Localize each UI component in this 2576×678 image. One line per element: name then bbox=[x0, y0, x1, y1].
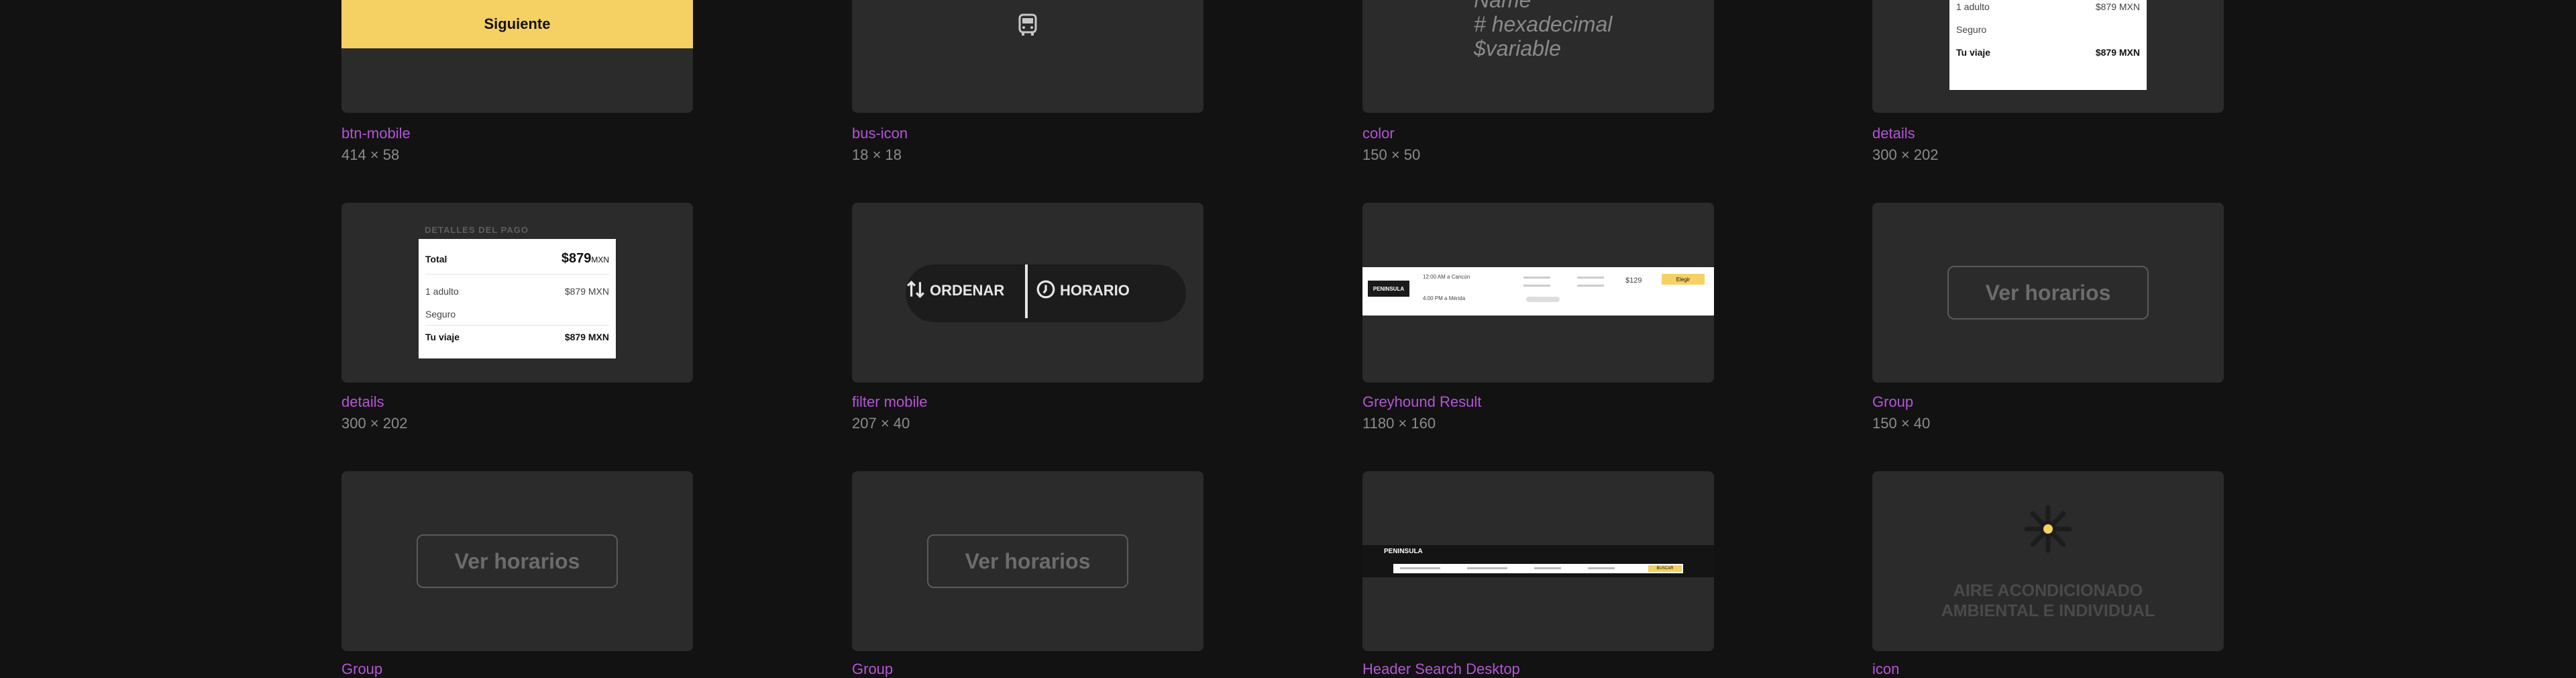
asset-name[interactable]: color bbox=[1362, 125, 1395, 142]
icon-caption-line-2: AMBIENTAL E INDIVIDUAL bbox=[1941, 601, 2155, 620]
asset-card-header-search-desktop[interactable]: PENINSULA BUSCAR bbox=[1362, 471, 1714, 651]
asset-dimensions: 414 × 58 bbox=[341, 146, 400, 163]
greyhound-result-strip: PENINSULA 12:00 AM a Cancún 4:00 PM a Mé… bbox=[1362, 267, 1714, 316]
total-label: Total bbox=[425, 254, 447, 264]
asset-name[interactable]: bus-icon bbox=[852, 125, 908, 142]
sort-arrows-icon bbox=[907, 281, 924, 298]
asset-name[interactable]: details bbox=[1872, 125, 1915, 142]
asset-dimensions: 300 × 202 bbox=[341, 415, 408, 432]
asset-name[interactable]: Group bbox=[341, 661, 382, 678]
asset-card-details[interactable]: 1 adulto $879 MXN Seguro Tu viaje $879 MXN bbox=[1872, 0, 2224, 113]
asset-name[interactable]: icon bbox=[1872, 661, 1899, 678]
total-currency: MXN bbox=[591, 255, 609, 264]
siguiente-label: Siguiente bbox=[484, 15, 551, 32]
asset-name[interactable]: Group bbox=[852, 661, 893, 678]
asset-card-bus-icon[interactable] bbox=[852, 0, 1203, 113]
asset-dimensions: 150 × 40 bbox=[1872, 415, 1931, 432]
details-panel: Total $879MXN 1 adulto $879 MXN Seguro Tu… bbox=[419, 239, 616, 358]
asset-card-greyhound-result[interactable]: PENINSULA 12:00 AM a Cancún 4:00 PM a Mé… bbox=[1362, 203, 1714, 383]
bus-icon bbox=[1018, 13, 1037, 36]
asset-card-details[interactable]: DETALLES DEL PAGO Total $879MXN 1 adulto… bbox=[341, 203, 693, 383]
asset-dimensions: 300 × 202 bbox=[1872, 146, 1939, 163]
asset-name[interactable]: filter mobile bbox=[852, 393, 927, 411]
horario-button[interactable]: HORARIO bbox=[1060, 282, 1130, 299]
icon-caption-line-1: AIRE ACONDICIONADO bbox=[1953, 581, 2143, 600]
details-heading: DETALLES DEL PAGO bbox=[425, 225, 529, 235]
asset-card-color[interactable]: Name # hexadecimal $variable bbox=[1362, 0, 1714, 113]
result-row-2: 4:00 PM a Mérida bbox=[1423, 295, 1466, 301]
buscar-button[interactable]: BUSCAR bbox=[1648, 565, 1682, 572]
asset-dimensions: 150 × 50 bbox=[1362, 146, 1421, 163]
filter-divider bbox=[1025, 264, 1028, 318]
ver-horarios-button[interactable]: Ver horarios bbox=[1947, 266, 2149, 320]
color-variable-text: $variable bbox=[1474, 36, 1561, 60]
details-panel: 1 adulto $879 MXN Seguro Tu viaje $879 MXN bbox=[1949, 0, 2147, 90]
total-amount: $879 bbox=[561, 251, 592, 266]
asset-name[interactable]: Header Search Desktop bbox=[1362, 661, 1520, 678]
asset-card-group[interactable]: Ver horarios bbox=[852, 471, 1203, 651]
asset-name[interactable]: Group bbox=[1872, 393, 1913, 411]
result-row-1: 12:00 AM a Cancún bbox=[1423, 274, 1470, 280]
asset-card-filter-mobile[interactable]: ORDENAR HORARIO bbox=[852, 203, 1203, 383]
color-hex-text: # hexadecimal bbox=[1474, 12, 1613, 36]
asset-card-btn-mobile[interactable]: Siguiente bbox=[341, 0, 693, 113]
asset-card-group[interactable]: Ver horarios bbox=[1872, 203, 2224, 383]
asset-dimensions: 1180 × 160 bbox=[1362, 415, 1436, 432]
asset-dimensions: 18 × 18 bbox=[852, 146, 902, 163]
asset-card-icon[interactable]: AIRE ACONDICIONADO AMBIENTAL E INDIVIDUA… bbox=[1872, 471, 2224, 651]
color-name-text: Name bbox=[1474, 0, 1532, 12]
ver-horarios-button[interactable]: Ver horarios bbox=[927, 534, 1128, 588]
asset-card-group[interactable]: Ver horarios bbox=[341, 471, 693, 651]
asset-name[interactable]: Greyhound Result bbox=[1362, 393, 1481, 411]
ver-horarios-button[interactable]: Ver horarios bbox=[417, 534, 618, 588]
clock-icon bbox=[1036, 280, 1055, 299]
ordenar-button[interactable]: ORDENAR bbox=[930, 282, 1004, 299]
peninsula-logo: PENINSULA bbox=[1368, 281, 1409, 297]
header-bar: PENINSULA BUSCAR bbox=[1362, 545, 1714, 577]
elegir-button[interactable]: Elegir bbox=[1662, 274, 1705, 285]
asset-name[interactable]: btn-mobile bbox=[341, 125, 411, 142]
siguiente-button[interactable]: Siguiente bbox=[341, 0, 693, 48]
peninsula-logo: PENINSULA bbox=[1384, 548, 1423, 555]
air-conditioning-icon bbox=[2024, 505, 2072, 553]
search-bar: BUSCAR bbox=[1393, 564, 1683, 573]
asset-dimensions: 207 × 40 bbox=[852, 415, 910, 432]
result-price: $129 bbox=[1625, 277, 1642, 285]
asset-name[interactable]: details bbox=[341, 393, 384, 411]
